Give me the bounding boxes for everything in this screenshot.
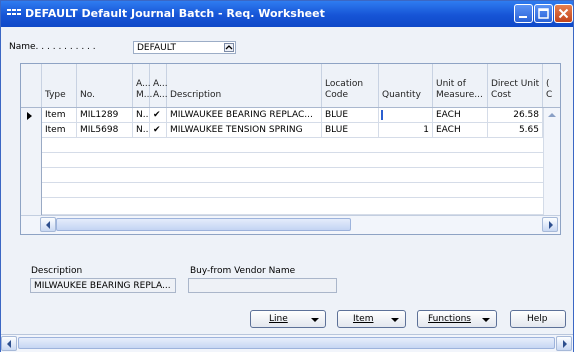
- chevron-down-icon: [311, 318, 319, 322]
- window-scroll-thumb[interactable]: [18, 337, 555, 349]
- column-header-more[interactable]: ( C: [543, 64, 560, 107]
- column-header-quantity[interactable]: Quantity: [379, 64, 433, 107]
- row-selector[interactable]: [21, 138, 42, 153]
- column-header-direct-unit-cost[interactable]: Direct Unit Cost: [488, 64, 543, 107]
- row-selector[interactable]: [21, 123, 42, 138]
- line-button[interactable]: Line: [250, 310, 326, 328]
- description-field: MILWAUKEE BEARING REPLA...: [30, 278, 176, 293]
- minimize-icon: [519, 16, 527, 18]
- row-selector[interactable]: [21, 183, 42, 198]
- empty-row[interactable]: [21, 168, 560, 183]
- worksheet-grid: Type No. A... M... A... A... Description…: [20, 63, 561, 235]
- empty-row[interactable]: [21, 183, 560, 198]
- cell-unit-of-measure[interactable]: EACH: [433, 108, 488, 123]
- name-label: Name. . . . . . . . . . .: [9, 42, 96, 52]
- row-selector[interactable]: [21, 198, 42, 215]
- row-selector[interactable]: [21, 108, 42, 123]
- grid-scroll-left-button[interactable]: [40, 217, 56, 232]
- cell-type[interactable]: Item: [42, 108, 77, 123]
- text-cursor: [381, 110, 383, 120]
- cell-action-message[interactable]: N..: [133, 108, 150, 123]
- cell-description[interactable]: MILWAUKEE BEARING REPLAC...: [167, 108, 322, 123]
- chevron-down-icon: [482, 318, 490, 322]
- row-selector[interactable]: [21, 153, 42, 168]
- empty-row[interactable]: [21, 198, 560, 215]
- window-title: DEFAULT Default Journal Batch - Req. Wor…: [25, 7, 325, 20]
- close-icon: [558, 8, 569, 19]
- grid-scroll-thumb[interactable]: [56, 218, 351, 231]
- cell-location-code[interactable]: BLUE: [322, 123, 379, 138]
- cell-quantity[interactable]: [379, 108, 433, 123]
- column-header-type[interactable]: Type: [42, 64, 77, 107]
- table-row[interactable]: Item MIL5698 N.. ✔ MILWAUKEE TENSION SPR…: [21, 123, 560, 138]
- chevron-right-icon: [549, 221, 553, 229]
- window-scroll-left-button[interactable]: [1, 336, 17, 351]
- cell-quantity[interactable]: 1: [379, 123, 433, 138]
- cell-direct-unit-cost[interactable]: 26.58: [488, 108, 543, 123]
- row-selector-header: [21, 64, 42, 107]
- chevron-left-icon: [7, 340, 11, 348]
- column-header-description[interactable]: Description: [167, 64, 322, 107]
- cell-accept-action[interactable]: ✔: [150, 108, 167, 123]
- cell-no[interactable]: MIL5698: [77, 123, 133, 138]
- chevron-left-icon: [46, 221, 50, 229]
- empty-row[interactable]: [21, 138, 560, 153]
- column-header-unit-of-measure[interactable]: Unit of Measure...: [433, 64, 488, 107]
- maximize-button[interactable]: [534, 4, 553, 23]
- row-selector[interactable]: [21, 168, 42, 183]
- cell-accept-action[interactable]: ✔: [150, 123, 167, 138]
- grid-scroll-right-button[interactable]: [542, 217, 558, 232]
- cell-location-code[interactable]: BLUE: [322, 108, 379, 123]
- cell-action-message[interactable]: N..: [133, 123, 150, 138]
- cell-type[interactable]: Item: [42, 123, 77, 138]
- scroll-up-icon[interactable]: [548, 113, 556, 117]
- minimize-button[interactable]: [514, 4, 533, 23]
- name-row: Name. . . . . . . . . . . DEFAULT: [9, 41, 309, 55]
- grid-header: Type No. A... M... A... A... Description…: [21, 64, 560, 108]
- window-horizontal-scrollbar[interactable]: [1, 334, 573, 352]
- column-header-accept-action[interactable]: A... A...: [150, 64, 168, 107]
- grid-vertical-scrollbar[interactable]: [543, 108, 560, 215]
- checkmark-icon: ✔: [153, 110, 161, 120]
- item-button[interactable]: Item: [337, 310, 406, 328]
- window-icon: [7, 9, 21, 19]
- req-worksheet-window: DEFAULT Default Journal Batch - Req. Wor…: [0, 0, 574, 352]
- help-button[interactable]: Help: [510, 310, 566, 328]
- column-header-no[interactable]: No.: [77, 64, 133, 107]
- functions-button[interactable]: Functions: [417, 310, 497, 328]
- table-row[interactable]: Item MIL1289 N.. ✔ MILWAUKEE BEARING REP…: [21, 108, 560, 123]
- vendor-name-label: Buy-from Vendor Name: [190, 266, 296, 276]
- column-header-location-code[interactable]: Location Code: [322, 64, 379, 107]
- column-header-action-message[interactable]: A... M...: [133, 64, 152, 107]
- name-value: DEFAULT: [137, 43, 176, 53]
- cell-direct-unit-cost[interactable]: 5.65: [488, 123, 543, 138]
- grid-horizontal-scrollbar[interactable]: [21, 215, 560, 234]
- chevron-right-icon: [563, 340, 567, 348]
- lookup-arrow-icon: [225, 45, 233, 50]
- chevron-down-icon: [391, 318, 399, 322]
- cell-no[interactable]: MIL1289: [77, 108, 133, 123]
- maximize-icon: [538, 8, 549, 19]
- vendor-name-field: [188, 278, 337, 293]
- lookup-button[interactable]: [224, 43, 234, 52]
- checkmark-icon: ✔: [153, 125, 161, 135]
- empty-row[interactable]: [21, 153, 560, 168]
- cell-unit-of-measure[interactable]: EACH: [433, 123, 488, 138]
- description-label: Description: [31, 266, 83, 276]
- title-bar[interactable]: DEFAULT Default Journal Batch - Req. Wor…: [1, 1, 573, 27]
- window-scroll-right-button[interactable]: [556, 336, 572, 351]
- name-field[interactable]: DEFAULT: [133, 41, 236, 54]
- close-button[interactable]: [554, 4, 573, 23]
- current-row-pointer-icon: [27, 112, 32, 120]
- cell-description[interactable]: MILWAUKEE TENSION SPRING: [167, 123, 322, 138]
